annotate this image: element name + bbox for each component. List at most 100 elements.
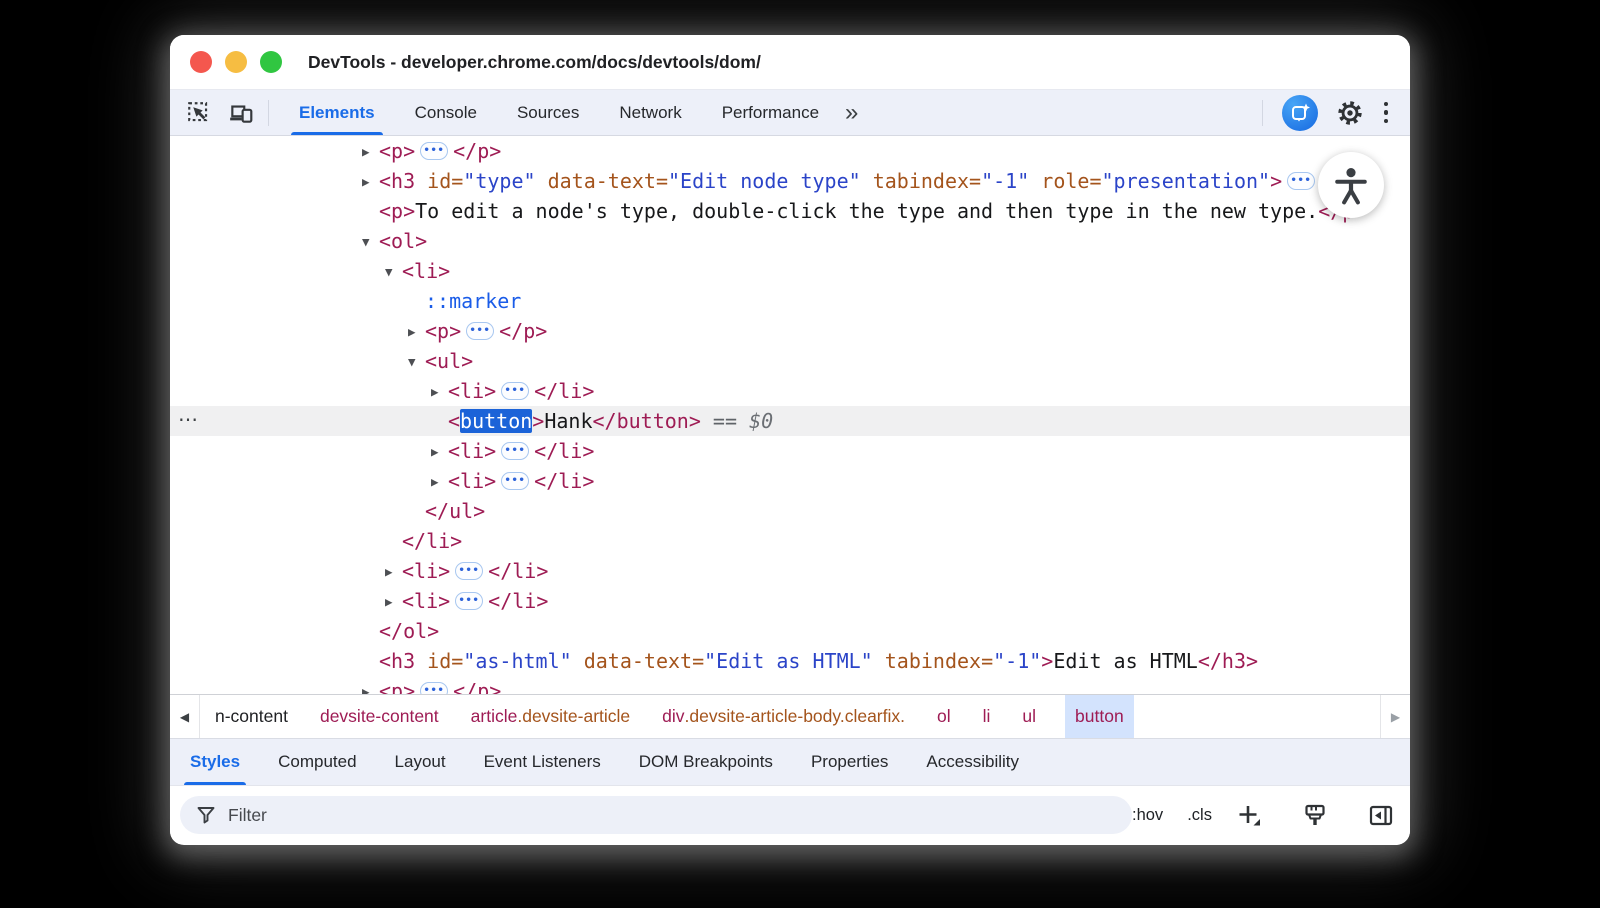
- code-token-tag: <li>: [402, 259, 450, 283]
- dom-tree-row[interactable]: ▶<li>•••</li>: [170, 556, 1410, 586]
- expanded-arrow-icon[interactable]: ▼: [362, 234, 379, 249]
- inline-expand-button[interactable]: •••: [501, 382, 529, 400]
- collapsed-arrow-icon[interactable]: ▶: [431, 474, 448, 489]
- tab-elements[interactable]: Elements: [279, 90, 395, 135]
- tab-performance[interactable]: Performance: [702, 90, 839, 135]
- collapsed-arrow-icon[interactable]: ▶: [431, 384, 448, 399]
- tab-sources[interactable]: Sources: [497, 90, 599, 135]
- titlebar: DevTools - developer.chrome.com/docs/dev…: [170, 35, 1410, 90]
- dom-tree-row[interactable]: ▶<li>•••</li>: [170, 436, 1410, 466]
- inline-expand-button[interactable]: •••: [455, 592, 483, 610]
- toolbar-separator: [268, 100, 269, 126]
- code-token-val: "presentation": [1102, 169, 1271, 193]
- breadcrumb-segment-element: div: [662, 706, 684, 727]
- toggle-sidebar-button[interactable]: [1368, 802, 1394, 828]
- breadcrumb-item[interactable]: li: [980, 695, 994, 738]
- minimize-window-button[interactable]: [225, 51, 247, 73]
- sidebar-tab-event-listeners[interactable]: Event Listeners: [484, 739, 601, 785]
- collapsed-arrow-icon[interactable]: ▶: [431, 444, 448, 459]
- device-toolbar-button[interactable]: [228, 100, 254, 126]
- collapsed-arrow-icon[interactable]: ▶: [385, 564, 402, 579]
- code-token-tag: </button>: [593, 409, 701, 433]
- code-token-tag: </p>: [453, 679, 501, 694]
- dom-tree-row[interactable]: </li>: [170, 526, 1410, 556]
- code-token-attr: tabindex=: [873, 649, 993, 673]
- breadcrumb-item[interactable]: n-content: [212, 695, 291, 738]
- inspect-element-button[interactable]: [186, 100, 212, 126]
- plus-dropdown-icon: [1236, 802, 1262, 829]
- code-token-tag: </p>: [499, 319, 547, 343]
- dom-tree-row[interactable]: ▶<li>•••</li>: [170, 466, 1410, 496]
- sidebar-tab-computed[interactable]: Computed: [278, 739, 356, 785]
- close-window-button[interactable]: [190, 51, 212, 73]
- expanded-arrow-icon[interactable]: ▼: [385, 264, 402, 279]
- collapsed-arrow-icon[interactable]: ▶: [362, 174, 379, 189]
- dom-tree-row[interactable]: ▶<li>•••</li>: [170, 586, 1410, 616]
- inline-expand-button[interactable]: •••: [420, 682, 448, 694]
- collapsed-arrow-icon[interactable]: ▶: [408, 324, 425, 339]
- tab-network[interactable]: Network: [599, 90, 701, 135]
- dom-tree-row[interactable]: ▼<ol>: [170, 226, 1410, 256]
- dom-tree-row[interactable]: ::marker: [170, 286, 1410, 316]
- inline-expand-button[interactable]: •••: [501, 442, 529, 460]
- breadcrumb-item[interactable]: button: [1065, 695, 1134, 738]
- element-classes-button[interactable]: .cls: [1187, 806, 1212, 825]
- dom-tree-row[interactable]: ▶<h3 id="type" data-text="Edit node type…: [170, 166, 1410, 196]
- dom-tree-row[interactable]: ▼<ul>: [170, 346, 1410, 376]
- tab-console[interactable]: Console: [395, 90, 497, 135]
- breadcrumb-item[interactable]: devsite-content: [317, 695, 442, 738]
- inline-expand-button[interactable]: •••: [501, 472, 529, 490]
- styles-filter-input[interactable]: Filter: [180, 796, 1132, 834]
- main-toolbar: ElementsConsoleSourcesNetworkPerformance…: [170, 90, 1410, 136]
- inline-expand-button[interactable]: •••: [455, 562, 483, 580]
- dom-tree-row[interactable]: ▶<p>•••</p>: [170, 676, 1410, 694]
- zoom-window-button[interactable]: [260, 51, 282, 73]
- breadcrumb-scroll-left-button[interactable]: ◀: [170, 695, 200, 738]
- dom-tree-row[interactable]: ▶<p> ••• </p>: [170, 316, 1410, 346]
- row-actions-icon[interactable]: ⋯: [178, 406, 199, 436]
- code-token-tag: <p>: [379, 199, 415, 223]
- elements-tree-panel: ▶<p>•••</p>▶<h3 id="type" data-text="Edi…: [170, 136, 1410, 694]
- collapsed-arrow-icon[interactable]: ▶: [362, 144, 379, 159]
- code-token-tag: <h3: [379, 649, 415, 673]
- settings-button[interactable]: [1337, 100, 1363, 126]
- new-style-rule-button[interactable]: [1236, 802, 1262, 828]
- inline-expand-button[interactable]: •••: [466, 322, 494, 340]
- dom-tree-row[interactable]: </ul>: [170, 496, 1410, 526]
- kebab-menu-button[interactable]: [1382, 100, 1390, 125]
- inline-expand-button[interactable]: •••: [420, 142, 448, 160]
- rendering-emulation-button[interactable]: [1302, 802, 1328, 828]
- breadcrumb-scroll-right-button[interactable]: ▶: [1380, 695, 1410, 738]
- collapsed-arrow-icon[interactable]: ▶: [385, 594, 402, 609]
- sidebar-tab-layout[interactable]: Layout: [395, 739, 446, 785]
- kebab-dot: [1384, 110, 1388, 114]
- breadcrumb-item[interactable]: div.devsite-article-body.clearfix.: [659, 695, 908, 738]
- dom-tree-row[interactable]: <p>To edit a node's type, double-click t…: [170, 196, 1410, 226]
- code-token-val: "Edit as HTML": [704, 649, 873, 673]
- expanded-arrow-icon[interactable]: ▼: [408, 354, 425, 369]
- dom-tree-row[interactable]: ▼<li>: [170, 256, 1410, 286]
- breadcrumb-item[interactable]: ul: [1019, 695, 1039, 738]
- dom-tree-row[interactable]: <h3 id="as-html" data-text="Edit as HTML…: [170, 646, 1410, 676]
- dom-tree-row[interactable]: ⋯<button>Hank</button> == $0: [170, 406, 1410, 436]
- code-token-tag: <p>: [425, 319, 461, 343]
- accessibility-pointer-overlay[interactable]: [1318, 152, 1384, 218]
- breadcrumb-item[interactable]: article.devsite-article: [468, 695, 634, 738]
- sidebar-tab-styles[interactable]: Styles: [190, 739, 240, 785]
- sidebar-tab-accessibility[interactable]: Accessibility: [926, 739, 1019, 785]
- dom-tree-row[interactable]: </ol>: [170, 616, 1410, 646]
- whats-new-ai-button[interactable]: [1282, 95, 1318, 131]
- styles-filter-bar: Filter :hov .cls: [170, 785, 1410, 844]
- dom-tree-row[interactable]: ▶<p>•••</p>: [170, 136, 1410, 166]
- code-token-val: "-1": [993, 649, 1041, 673]
- dom-tree-row[interactable]: ▶<li>•••</li>: [170, 376, 1410, 406]
- more-panels-button[interactable]: »: [845, 99, 857, 127]
- breadcrumb-list: n-content devsite-content article.devsite-…: [200, 695, 1134, 738]
- sidebar-tab-dom-breakpoints[interactable]: DOM Breakpoints: [639, 739, 773, 785]
- breadcrumb-item[interactable]: ol: [934, 695, 954, 738]
- sidebar-tab-properties[interactable]: Properties: [811, 739, 888, 785]
- toggle-element-state-button[interactable]: :hov: [1132, 806, 1163, 825]
- breadcrumb-segment-element: ul: [1022, 706, 1036, 727]
- inline-expand-button[interactable]: •••: [1287, 172, 1315, 190]
- collapsed-arrow-icon[interactable]: ▶: [362, 684, 379, 695]
